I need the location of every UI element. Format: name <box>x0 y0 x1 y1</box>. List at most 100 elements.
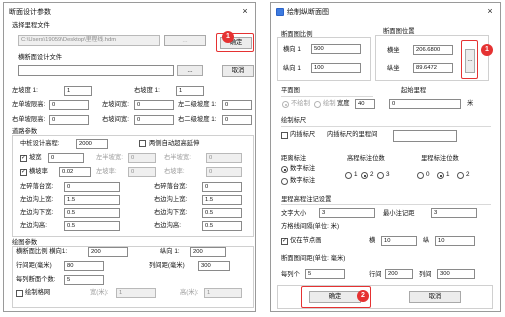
plan-width-input[interactable]: 40 <box>355 99 375 109</box>
left-slope-label: 左坡度 1: <box>12 87 38 94</box>
section-file-input[interactable] <box>18 65 174 76</box>
no-draw-label: 不绘制 <box>291 100 310 107</box>
draw-radio[interactable] <box>314 101 321 108</box>
grid-height-input[interactable]: 1 <box>204 288 242 298</box>
left-half-slope-input[interactable]: 0 <box>128 153 156 163</box>
right-slope-input[interactable]: 1 <box>176 86 204 96</box>
draw-grid-checkbox[interactable] <box>16 290 23 297</box>
step-badge-1: 1 <box>481 44 493 56</box>
file-path-input[interactable]: C:\Users\19059\Desktop\里程线.hdm <box>18 35 160 46</box>
auto-superelevation-checkbox[interactable] <box>139 140 146 147</box>
horizontal-scale-input[interactable]: 500 <box>311 44 361 54</box>
row-spacing-input[interactable]: 200 <box>385 269 413 279</box>
grid-width-label: 宽(米): <box>90 289 109 296</box>
mileage-digits-0-radio[interactable] <box>417 172 424 179</box>
cancel-button[interactable]: 取消 <box>409 291 461 303</box>
annotation-settings-heading: 里程高程注记设置 <box>281 196 332 203</box>
left-slope-input[interactable]: 1 <box>64 86 92 96</box>
close-icon[interactable]: × <box>484 5 496 17</box>
font-size-input[interactable]: 3 <box>319 208 375 218</box>
ruler-heading: 绘制标尺 <box>281 117 307 124</box>
elevation-digits-heading: 高程标注位数 <box>347 155 385 162</box>
grid-width-input[interactable]: 1 <box>116 288 156 298</box>
distance-numeric-label-2: 数字标注 <box>290 177 316 184</box>
crossfall-label: 横坡率 <box>29 168 48 175</box>
right-ditch-top-input[interactable]: 1.5 <box>202 195 242 205</box>
mileage-digits-2-radio[interactable] <box>457 172 464 179</box>
grid-y-input[interactable]: 10 <box>435 236 475 246</box>
right-half-slope-input[interactable]: 0 <box>206 153 242 163</box>
right-ditch-height-input[interactable]: 0.5 <box>202 221 242 231</box>
center-height-input[interactable]: 2000 <box>76 139 108 149</box>
right-ditch-bottom-input[interactable]: 0.5 <box>202 208 242 218</box>
column-gap-input[interactable]: 300 <box>198 261 230 271</box>
crossfall-input[interactable]: 0.02 <box>59 167 91 177</box>
inner-ruler-checkbox[interactable] <box>281 132 288 139</box>
only-node-label: 仅在节点画 <box>290 237 322 244</box>
browse-section-button[interactable]: ... <box>177 65 203 76</box>
ruler-divider <box>281 126 491 127</box>
left-dialog: 断面设计参数 × 选择里程文件 C:\Users\19059\Desktop\里… <box>3 2 256 312</box>
right-bench-width-label: 右坡间宽: <box>102 116 129 123</box>
inner-ruler-spacing-input[interactable] <box>393 130 457 142</box>
y-coordinate-input[interactable]: 89.6472 <box>413 63 453 73</box>
plan-view-heading: 平面图 <box>281 87 300 94</box>
distance-numeric-radio-1[interactable] <box>281 166 288 173</box>
vertical-scale-input[interactable]: 100 <box>311 63 361 73</box>
right-crossfall-input[interactable]: 0 <box>206 167 242 177</box>
right-secondary-slope-input[interactable]: 0 <box>222 115 252 125</box>
mileage-digits-0-label: 0 <box>426 171 430 178</box>
per-column-input[interactable]: 5 <box>305 269 345 279</box>
left-crossfall-input[interactable]: 0 <box>128 167 156 177</box>
min-label-distance-input[interactable]: 3 <box>431 208 477 218</box>
close-icon[interactable]: × <box>239 5 251 17</box>
left-ditch-bottom-input[interactable]: 0.5 <box>64 208 120 218</box>
distance-numeric-radio-2[interactable] <box>281 178 288 185</box>
browse-mileage-button[interactable]: ... <box>164 35 206 46</box>
plan-width-label: 宽度 <box>337 100 350 107</box>
grid-x-input[interactable]: 10 <box>381 236 417 246</box>
mileage-digits-heading: 里程标注位数 <box>421 155 459 162</box>
vertical-scale-input[interactable]: 200 <box>190 247 226 257</box>
right-crossfall-label: 右坡率: <box>164 168 185 175</box>
x-coordinate-input[interactable]: 206.6800 <box>413 45 453 55</box>
elevation-digits-1-radio[interactable] <box>345 172 352 179</box>
section-gap-heading: 断面图间距(单位: 毫米) <box>281 255 346 262</box>
only-node-checkbox[interactable]: ✓ <box>281 238 288 245</box>
elevation-digits-3-radio[interactable] <box>377 172 384 179</box>
right-bench-width-input[interactable]: 0 <box>134 115 174 125</box>
left-crossfall-label: 左坡率: <box>96 168 117 175</box>
elevation-digits-2-radio[interactable] <box>361 172 368 179</box>
left-ditch-top-label: 左边沟上宽: <box>20 196 54 203</box>
column-spacing-input[interactable]: 300 <box>437 269 475 279</box>
right-single-height-input[interactable]: 0 <box>49 115 89 125</box>
left-ditch-top-input[interactable]: 1.5 <box>64 195 120 205</box>
left-single-height-input[interactable]: 0 <box>49 100 89 110</box>
left-single-height-label: 左单坡限高: <box>12 101 46 108</box>
slope-width-input[interactable]: 0 <box>48 153 84 163</box>
mileage-digits-1-radio[interactable] <box>437 172 444 179</box>
start-mileage-input[interactable]: 0 <box>389 99 461 109</box>
left-berm-input[interactable]: 0 <box>64 182 120 192</box>
draw-grid-label: 绘制格网 <box>25 289 51 296</box>
sections-per-column-input[interactable]: 5 <box>64 275 104 285</box>
row-gap-input[interactable]: 80 <box>64 261 104 271</box>
select-file-label: 选择里程文件 <box>12 22 50 29</box>
slope-width-label: 坡宽 <box>29 154 42 161</box>
left-secondary-slope-label: 左二级坡度 1: <box>178 101 217 108</box>
left-ditch-height-input[interactable]: 0.5 <box>64 221 120 231</box>
no-draw-radio[interactable] <box>282 101 289 108</box>
left-secondary-slope-input[interactable]: 0 <box>222 100 252 110</box>
slope-width-checkbox[interactable]: ✓ <box>20 155 27 162</box>
right-titlebar: 绘制纵断面图 <box>271 3 500 21</box>
left-bench-width-input[interactable]: 0 <box>134 100 174 110</box>
horizontal-scale-label: 横断面比例 横向1: <box>16 248 68 255</box>
right-berm-label: 右碎落台宽: <box>154 183 188 190</box>
grid-height-label: 高(米): <box>180 289 199 296</box>
cancel-button[interactable]: 取消 <box>222 65 254 77</box>
right-berm-input[interactable]: 0 <box>202 182 242 192</box>
right-half-slope-label: 右半坡宽: <box>164 154 191 161</box>
crossfall-checkbox[interactable]: ✓ <box>20 169 27 176</box>
app-icon <box>276 8 284 16</box>
horizontal-scale-input[interactable]: 200 <box>88 247 128 257</box>
